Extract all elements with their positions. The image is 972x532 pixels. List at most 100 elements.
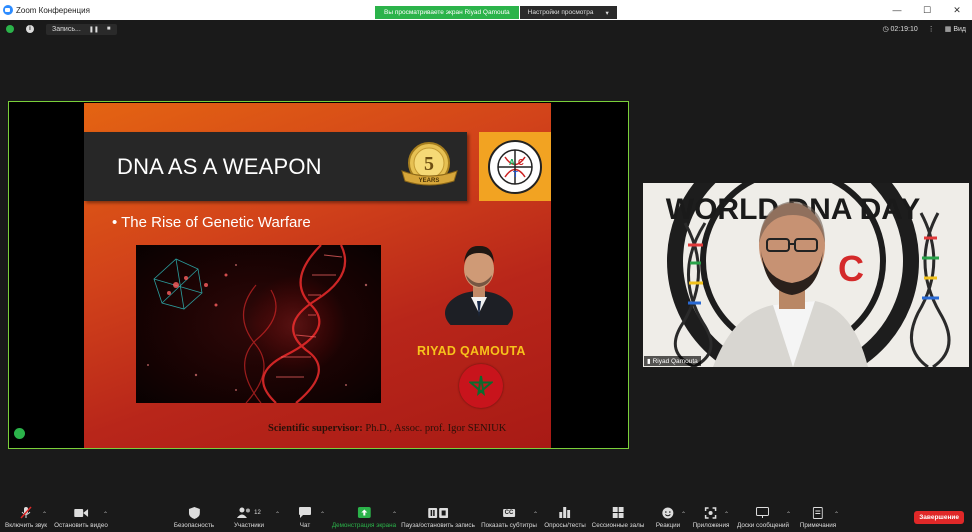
participant-video-image: WORLD DNA DAY C	[643, 183, 969, 367]
stop-recording-button[interactable]: ■	[107, 26, 111, 32]
meeting-timer: ◷ 02:19:10	[882, 26, 918, 33]
info-icon[interactable]: i	[26, 25, 34, 33]
supervisor-name: Ph.D., Assoc. prof. Igor SENIUK	[365, 423, 507, 434]
whiteboards-label: Доски сообщений	[737, 522, 789, 529]
chevron-up-icon[interactable]: ⌃	[275, 511, 280, 518]
chevron-up-icon[interactable]: ⌃	[103, 511, 108, 518]
participants-icon: 12	[234, 506, 264, 519]
chat-label: Чат	[299, 522, 311, 529]
participants-count: 12	[254, 509, 261, 516]
grid-icon	[592, 506, 645, 519]
window-title: Zoom Конференция	[16, 5, 90, 15]
polls-label: Опросы/тесты	[544, 522, 586, 529]
mic-muted-icon	[5, 506, 47, 519]
participant-video-tile[interactable]: WORLD DNA DAY C ▮ Riyad Qamouta	[643, 183, 969, 367]
breakout-rooms-button[interactable]: Сессионные залы	[591, 506, 645, 529]
slide-title: DNA AS A WEAPON	[117, 153, 322, 179]
chevron-up-icon[interactable]: ⌃	[392, 511, 397, 518]
annotate-icon[interactable]	[14, 428, 25, 439]
world-dna-day-logo: A C T	[479, 132, 551, 201]
more-icon[interactable]: ⋮	[928, 25, 935, 33]
unmute-button[interactable]: Включить звук	[5, 506, 47, 529]
supervisor-label: Scientific supervisor:	[268, 423, 363, 434]
meeting-top-bar: i Запись... ❚❚ ■	[0, 20, 972, 38]
polls-button[interactable]: Опросы/тесты	[544, 506, 586, 529]
smiley-icon	[656, 506, 680, 519]
cc-icon-text: CC	[502, 508, 516, 517]
chat-button[interactable]: Чат	[299, 506, 311, 529]
chevron-up-icon[interactable]: ⌃	[533, 511, 538, 518]
end-meeting-button[interactable]: Завершение	[914, 511, 964, 524]
participants-button[interactable]: 12 Участники	[234, 506, 264, 529]
meeting-toolbar: Включить звук ⌃ Остановить видео ⌃ Безоп…	[0, 502, 972, 532]
clock-icon: ◷	[882, 26, 891, 33]
zoom-logo-icon	[3, 5, 13, 15]
share-banner: Вы просматриваете экран Riyad Qamouta На…	[375, 6, 617, 19]
view-button[interactable]: ▦ Вид	[945, 25, 966, 33]
shared-screen[interactable]: DNA AS A WEAPON 5 YEARS A C T • The Rise…	[8, 101, 629, 449]
stop-video-button[interactable]: Остановить видео	[54, 506, 108, 529]
supervisor-line: Scientific supervisor: Ph.D., Assoc. pro…	[268, 423, 506, 434]
shield-icon[interactable]	[6, 25, 14, 33]
notes-button[interactable]: Примечания	[800, 506, 836, 529]
view-options-label: Настройки просмотра	[527, 9, 594, 16]
reactions-button[interactable]: Реакции	[656, 506, 680, 529]
chevron-up-icon[interactable]: ⌃	[681, 511, 686, 518]
shield-icon	[174, 506, 214, 519]
dna-logo-icon: A C T	[488, 139, 542, 194]
badge-number: 5	[424, 153, 434, 175]
logo-letter-t: T	[513, 170, 518, 179]
share-screen-icon	[332, 506, 396, 519]
breakout-rooms-label: Сессионные залы	[591, 522, 645, 529]
top-right-controls: ◷ 02:19:10 ⋮ ▦ Вид	[882, 20, 966, 38]
morocco-flag-icon	[459, 364, 503, 408]
reactions-label: Реакции	[655, 522, 681, 529]
participants-label: Участники	[233, 522, 265, 529]
view-options-button[interactable]: Настройки просмотра ▾	[519, 6, 617, 19]
speaker-portrait-image	[445, 245, 513, 325]
logo-letter-a: A	[509, 158, 515, 167]
whiteboard-icon	[737, 506, 789, 519]
security-label: Безопасность	[173, 522, 215, 529]
badge-text: YEARS	[419, 178, 440, 184]
recording-indicator: Запись... ❚❚ ■	[46, 23, 117, 35]
pause-stop-icon	[401, 506, 475, 519]
dna-virus-image	[136, 245, 381, 403]
security-button[interactable]: Безопасность	[174, 506, 214, 529]
whiteboards-button[interactable]: Доски сообщений	[737, 506, 789, 529]
pause-stop-label: Пауза/остановить запись	[401, 522, 475, 529]
pause-recording-button[interactable]: ❚❚	[89, 26, 99, 33]
chevron-up-icon[interactable]: ⌃	[320, 511, 325, 518]
bar-chart-icon	[544, 506, 586, 519]
cc-icon: CC	[481, 506, 537, 519]
logo-letter-c: C	[518, 158, 524, 167]
notes-icon	[800, 506, 836, 519]
signal-icon: ▮	[647, 358, 651, 365]
video-camera-icon	[54, 506, 108, 519]
stop-video-label: Остановить видео	[54, 522, 108, 529]
minimize-button[interactable]: —	[882, 0, 912, 20]
close-button[interactable]: ✕	[942, 0, 972, 20]
pause-stop-recording-button[interactable]: Пауза/остановить запись	[401, 506, 475, 529]
chevron-up-icon[interactable]: ⌃	[724, 511, 729, 518]
share-screen-button[interactable]: Демонстрация экрана	[332, 506, 396, 529]
window-controls: — ☐ ✕	[882, 0, 972, 20]
share-screen-label: Демонстрация экрана	[331, 522, 397, 529]
captions-label: Показать субтитры	[481, 522, 537, 529]
speaker-name: RIYAD QAMOUTA	[417, 344, 526, 358]
presentation-slide: DNA AS A WEAPON 5 YEARS A C T • The Rise…	[84, 103, 551, 448]
chevron-down-icon: ▾	[605, 9, 609, 17]
chevron-up-icon[interactable]: ⌃	[42, 511, 47, 518]
slide-subtitle: • The Rise of Genetic Warfare	[112, 214, 311, 231]
chevron-up-icon[interactable]: ⌃	[834, 511, 839, 518]
notes-label: Примечания	[799, 522, 837, 529]
captions-button[interactable]: CC Показать субтитры	[481, 506, 537, 529]
five-years-badge: 5 YEARS	[401, 142, 458, 186]
participant-name: Riyad Qamouta	[652, 357, 698, 365]
apps-label: Приложения	[692, 522, 730, 529]
maximize-button[interactable]: ☐	[912, 0, 942, 20]
chevron-up-icon[interactable]: ⌃	[786, 511, 791, 518]
chat-bubble-icon	[299, 506, 311, 519]
backdrop-letter: C	[838, 248, 864, 289]
participant-name-tag: ▮ Riyad Qamouta	[644, 356, 701, 366]
